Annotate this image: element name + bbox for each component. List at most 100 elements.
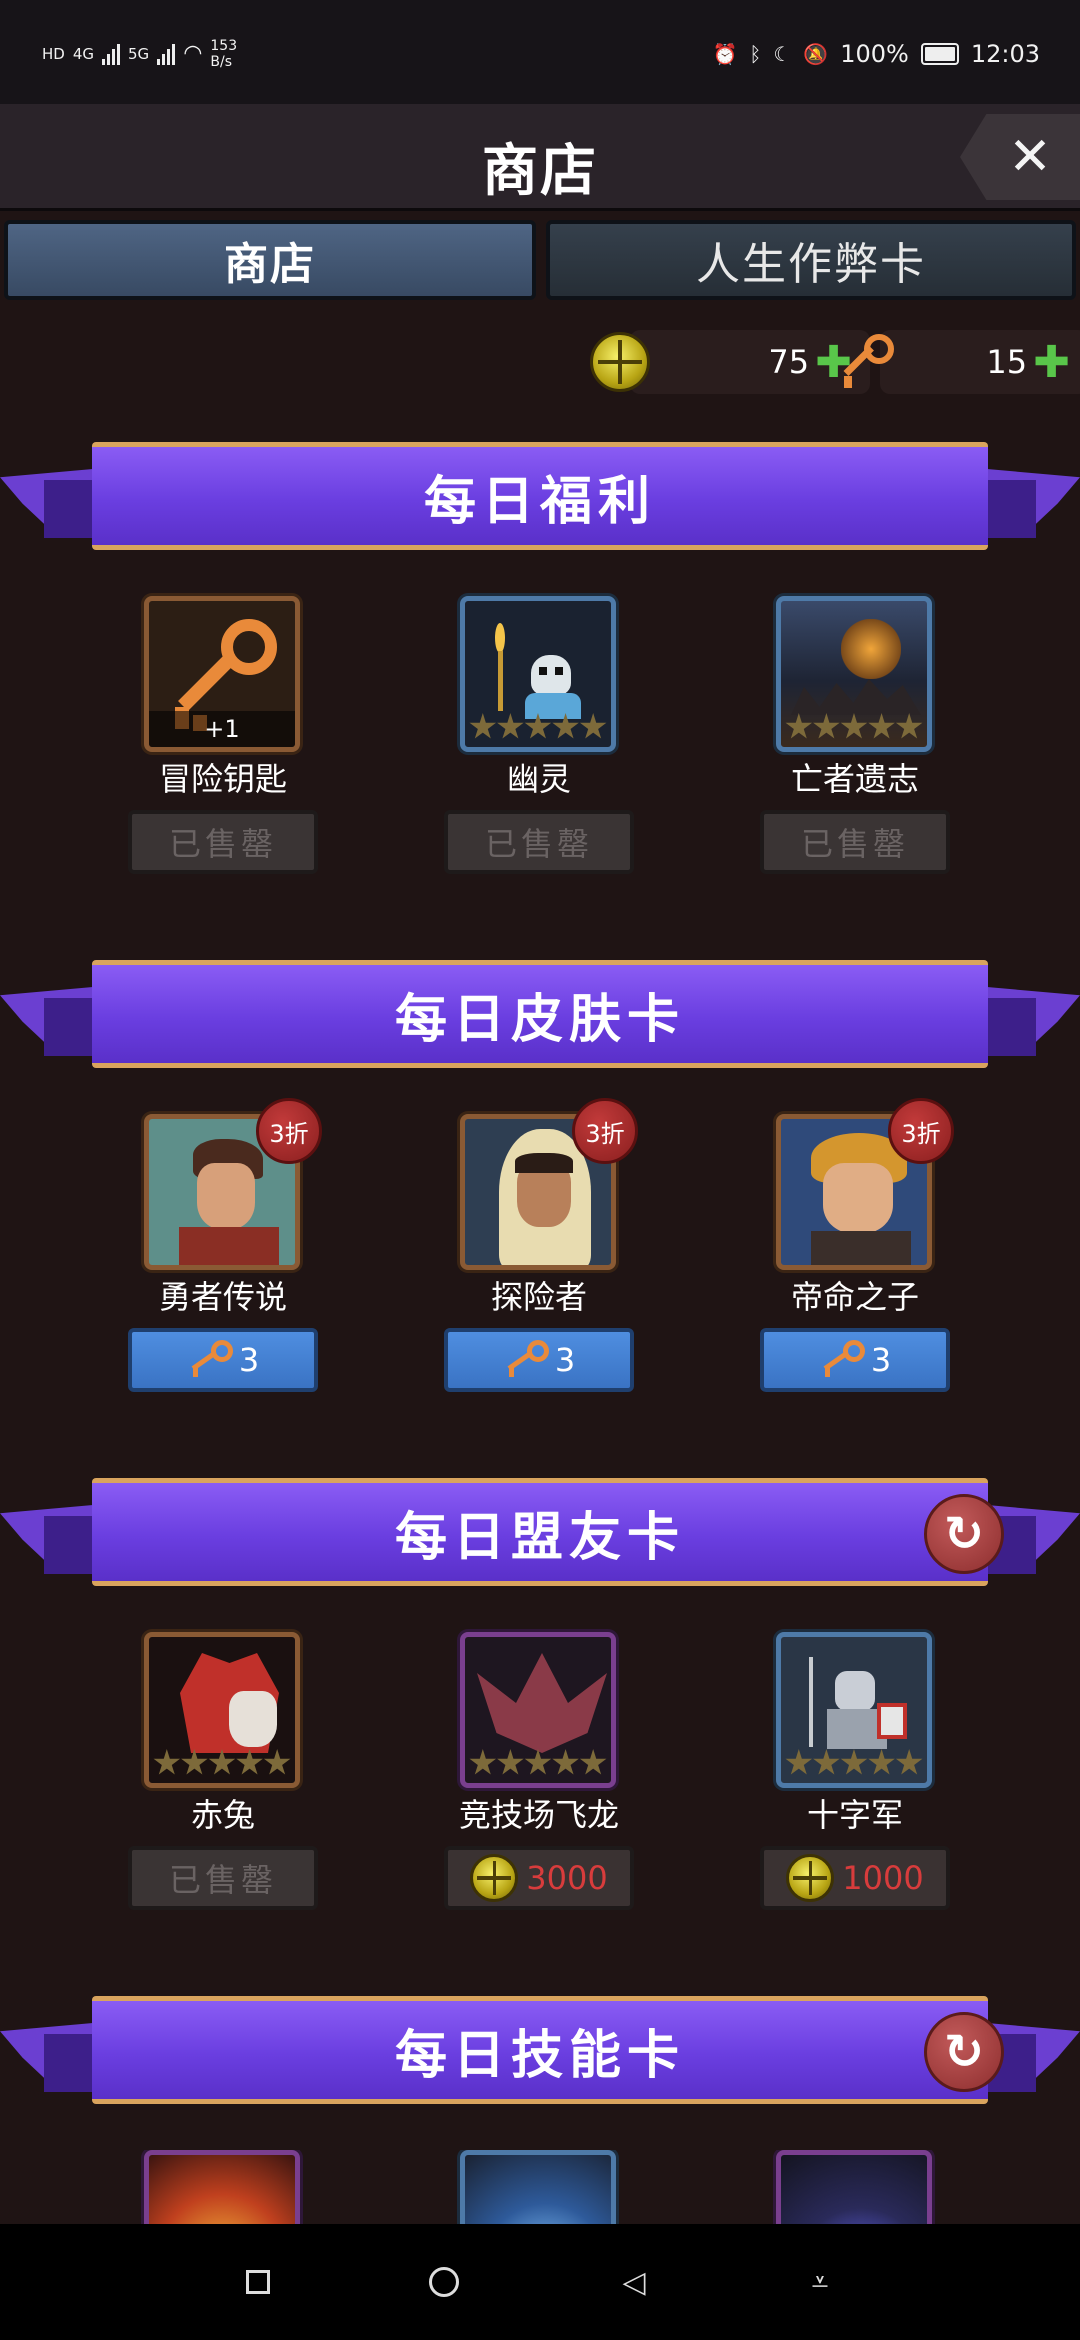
discount-badge: 3折 [888, 1098, 954, 1164]
item-name: 冒险钥匙 [158, 760, 287, 798]
item-name: 勇者传说 [158, 1278, 287, 1316]
section-banner-daily-skill: 每日技能卡 ↻ [0, 1996, 1080, 2126]
item-name: 十字军 [806, 1796, 903, 1834]
speed-value: 153 [210, 38, 238, 54]
buy-with-key-button[interactable]: 3 [128, 1328, 318, 1392]
shop-item-adventure-key[interactable]: +1 冒险钥匙 已售罄 [128, 596, 318, 874]
clock: 12:03 [970, 40, 1040, 68]
key-icon [836, 330, 900, 394]
net-5g-label: 5G [128, 45, 150, 63]
tab-life-cheat-cards[interactable]: 人生作弊卡 [546, 220, 1076, 300]
key-balance: 15 ✚ [880, 330, 1080, 394]
star-rating [469, 713, 607, 745]
add-key-button[interactable]: ✚ [1033, 337, 1070, 388]
section-title: 每日技能卡 [92, 1996, 988, 2104]
refresh-button[interactable]: ↻ [924, 2012, 1004, 2092]
signal-icon [102, 43, 121, 65]
sold-out-button: 已售罄 [444, 810, 634, 874]
home-button[interactable] [422, 2260, 466, 2304]
key-icon [503, 1340, 555, 1380]
sold-out-button: 已售罄 [128, 810, 318, 874]
item-artwork: +1 [144, 596, 300, 752]
system-nav-bar: ◁ ⩡ [0, 2224, 1080, 2340]
wifi-icon: ◠ [183, 41, 203, 66]
page-title: 商店 [482, 139, 598, 204]
alarm-icon: ⏰ [712, 42, 738, 66]
section-banner-daily-welfare: 每日福利 [0, 442, 1080, 572]
pull-down-icon: ⩡ [811, 2264, 829, 2300]
item-name: 幽灵 [506, 760, 571, 798]
notification-pull-button[interactable]: ⩡ [798, 2260, 842, 2304]
speed-unit: B/s [210, 54, 233, 70]
item-artwork [776, 2150, 932, 2224]
signal-icon-2 [157, 43, 176, 65]
refresh-button[interactable]: ↻ [924, 1494, 1004, 1574]
shop-item-child-of-destiny[interactable]: 3折 帝命之子 3 [760, 1098, 954, 1392]
shop-item-crusader[interactable]: 十字军 1000 [760, 1632, 950, 1910]
item-artwork [776, 1632, 932, 1788]
discount-badge: 3折 [256, 1098, 322, 1164]
sold-out-button: 已售罄 [128, 1846, 318, 1910]
discount-badge: 3折 [572, 1098, 638, 1164]
back-button[interactable]: ◁ [612, 2260, 656, 2304]
star-rating [469, 1749, 607, 1781]
item-artwork [144, 2150, 300, 2224]
key-currency: 15 ✚ [836, 326, 1080, 398]
emblem-icon [786, 1854, 835, 1902]
shop-item-skill-3[interactable] [760, 2150, 950, 2224]
battery-percent: 100% [840, 40, 909, 68]
key-price: 3 [238, 1341, 260, 1379]
shop-item-skill-2[interactable] [444, 2150, 634, 2224]
bluetooth-icon: ᛒ [749, 42, 762, 66]
item-artwork [144, 1632, 300, 1788]
shop-item-dead-will[interactable]: 亡者遗志 已售罄 [760, 596, 950, 874]
emblem-icon [470, 1854, 519, 1902]
shop-item-hero-legend[interactable]: 3折 勇者传说 3 [128, 1098, 322, 1392]
close-icon: ✕ [1008, 127, 1052, 187]
item-artwork [776, 596, 932, 752]
refresh-icon: ↻ [943, 1506, 985, 1562]
tab-bar: 商店 人生作弊卡 [0, 214, 1080, 306]
shop-header: 商店 ✕ [0, 104, 1080, 211]
buy-with-key-button[interactable]: 3 [444, 1328, 634, 1392]
key-icon [819, 1340, 871, 1380]
item-name: 亡者遗志 [790, 760, 919, 798]
section-title: 每日皮肤卡 [92, 960, 988, 1068]
battery-icon [920, 43, 959, 65]
star-rating [785, 1749, 923, 1781]
status-left: HD 4G 5G ◠ 153 B/s [42, 38, 237, 70]
back-triangle-icon: ◁ [622, 2264, 646, 2300]
key-price: 3 [870, 1341, 892, 1379]
tab-shop[interactable]: 商店 [4, 220, 536, 300]
item-artwork [460, 1632, 616, 1788]
refresh-icon: ↻ [943, 2024, 985, 2080]
item-name: 探险者 [490, 1278, 587, 1316]
recent-apps-button[interactable] [236, 2260, 280, 2304]
shop-item-explorer[interactable]: 3折 探险者 3 [444, 1098, 638, 1392]
shop-item-skill-1[interactable] [128, 2150, 318, 2224]
item-name: 帝命之子 [790, 1278, 919, 1316]
buy-with-emblem-button[interactable]: 1000 [760, 1846, 950, 1910]
shop-item-arena-wyvern[interactable]: 竞技场飞龙 3000 [444, 1632, 634, 1910]
star-rating [153, 1749, 291, 1781]
shop-item-red-hare[interactable]: 赤兔 已售罄 [128, 1632, 318, 1910]
section-banner-daily-ally: 每日盟友卡 ↻ [0, 1478, 1080, 1608]
emblem-count: 75 [768, 343, 810, 381]
status-right: ⏰ ᛒ ☾ 🔕 100% 12:03 [712, 40, 1040, 68]
key-count: 15 [986, 343, 1028, 381]
mute-icon: 🔕 [803, 42, 829, 66]
square-icon [246, 2270, 270, 2294]
buy-with-emblem-button[interactable]: 3000 [444, 1846, 634, 1910]
shop-item-ghost[interactable]: 幽灵 已售罄 [444, 596, 634, 874]
emblem-price: 1000 [842, 1859, 924, 1897]
section-title: 每日福利 [92, 442, 988, 550]
item-name: 竞技场飞龙 [458, 1796, 619, 1834]
net-4g-label: 4G [72, 45, 95, 63]
buy-with-key-button[interactable]: 3 [760, 1328, 950, 1392]
emblem-currency: 75 ✚ [590, 326, 870, 398]
key-icon [187, 1340, 239, 1380]
star-rating [785, 713, 923, 745]
sold-out-button: 已售罄 [760, 810, 950, 874]
status-bar: HD 4G 5G ◠ 153 B/s ⏰ ᛒ ☾ 🔕 100% 12:03 [0, 0, 1080, 104]
emblem-balance: 75 ✚ [630, 330, 870, 394]
